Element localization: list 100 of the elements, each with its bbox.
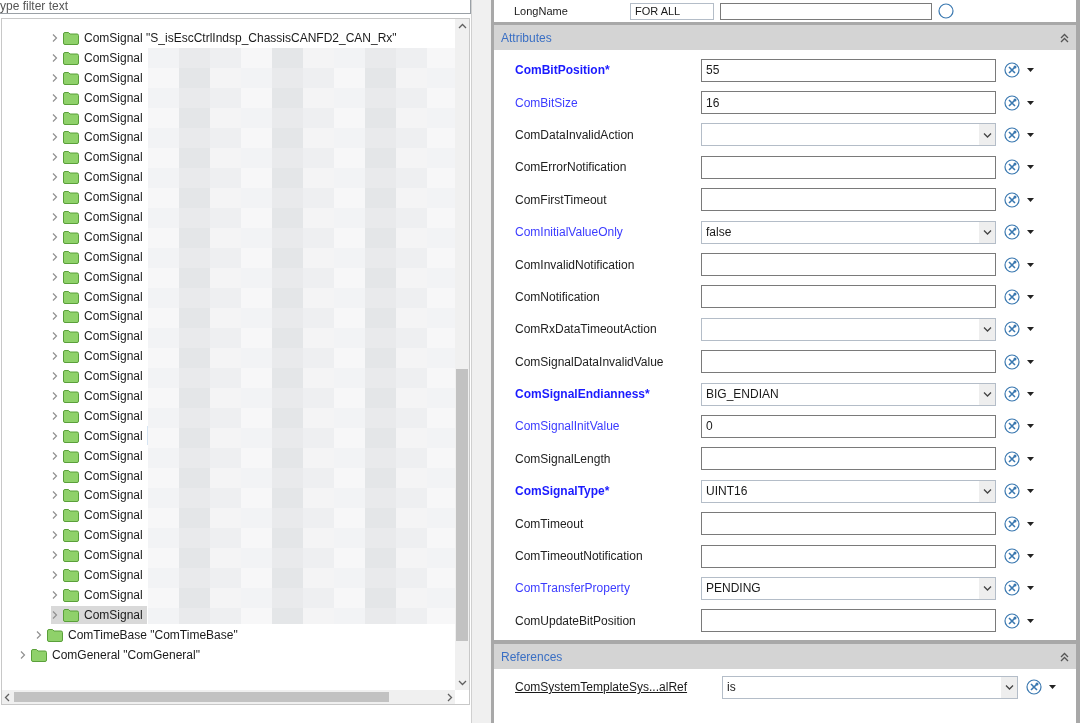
- tree-item[interactable]: ComSignal: [51, 585, 147, 604]
- tool-icon[interactable]: [1004, 224, 1020, 241]
- tool-icon[interactable]: [1004, 191, 1020, 208]
- tool-icon[interactable]: [1004, 483, 1020, 500]
- tree-item[interactable]: ComSignal: [51, 307, 147, 326]
- text-field[interactable]: [701, 544, 996, 568]
- tree-item[interactable]: ComSignal: [51, 446, 147, 465]
- scrollbar-thumb[interactable]: [456, 369, 468, 641]
- tool-icon[interactable]: [1004, 256, 1020, 273]
- text-field[interactable]: [701, 447, 996, 471]
- expand-chevron-icon[interactable]: [51, 32, 58, 43]
- expand-chevron-icon[interactable]: [51, 550, 58, 561]
- dropdown-arrow-icon[interactable]: [1048, 684, 1057, 691]
- expand-chevron-icon[interactable]: [35, 629, 42, 640]
- tree-item[interactable]: ComSignal: [51, 68, 147, 87]
- dropdown-arrow-icon[interactable]: [1026, 261, 1035, 268]
- tree-item[interactable]: ComSignal: [51, 188, 147, 207]
- dropdown-arrow-icon[interactable]: [1026, 99, 1035, 106]
- expand-chevron-icon[interactable]: [51, 291, 58, 302]
- expand-chevron-icon[interactable]: [51, 351, 58, 362]
- tool-icon[interactable]: [1004, 515, 1020, 532]
- combo-box[interactable]: UINT16: [701, 479, 996, 503]
- expand-chevron-icon[interactable]: [51, 331, 58, 342]
- reference-link[interactable]: ComSystemTemplateSys...alRef: [515, 678, 722, 697]
- tool-icon[interactable]: [1004, 62, 1020, 79]
- dropdown-arrow-icon[interactable]: [1026, 131, 1035, 138]
- tree-item[interactable]: ComSignal: [51, 367, 147, 386]
- tree-item[interactable]: ComSignal "S_isEscCtrlIndsp_ChassisCANFD2_CAN_Rx": [51, 28, 401, 47]
- tree-item[interactable]: ComSignal: [51, 327, 147, 346]
- expand-chevron-icon[interactable]: [51, 430, 58, 441]
- tree-item[interactable]: ComSignal: [51, 566, 147, 584]
- dropdown-arrow-icon[interactable]: [1026, 520, 1035, 527]
- expand-chevron-icon[interactable]: [51, 211, 58, 222]
- expand-chevron-icon[interactable]: [19, 649, 26, 660]
- tree-item[interactable]: ComSignal: [51, 486, 147, 505]
- combo-box[interactable]: BIG_ENDIAN: [701, 382, 996, 406]
- dropdown-arrow-icon[interactable]: [1026, 196, 1035, 203]
- tree-item[interactable]: ComSignal: [51, 148, 147, 167]
- collapse-icon[interactable]: [1060, 651, 1069, 662]
- expand-chevron-icon[interactable]: [51, 251, 58, 262]
- tree-item[interactable]: ComGeneral "ComGeneral": [19, 645, 200, 664]
- tool-icon[interactable]: [1004, 94, 1020, 111]
- expand-chevron-icon[interactable]: [51, 152, 58, 163]
- expand-chevron-icon[interactable]: [51, 510, 58, 521]
- tree-item[interactable]: ComSignal: [51, 506, 147, 525]
- text-field[interactable]: [701, 512, 996, 536]
- tree-item[interactable]: ComTimeBase "ComTimeBase": [35, 625, 238, 644]
- expand-chevron-icon[interactable]: [51, 92, 58, 103]
- expand-chevron-icon[interactable]: [51, 589, 58, 600]
- tree-item[interactable]: ComSignal: [51, 546, 147, 565]
- dropdown-arrow-icon[interactable]: [1026, 423, 1035, 430]
- text-field[interactable]: [701, 155, 996, 179]
- expand-chevron-icon[interactable]: [51, 112, 58, 123]
- tree-item[interactable]: ComSignal: [51, 287, 147, 306]
- expand-chevron-icon[interactable]: [51, 371, 58, 382]
- dropdown-arrow-icon[interactable]: [1026, 617, 1035, 624]
- tree-item[interactable]: ComSignal: [51, 227, 147, 246]
- horizontal-scrollbar[interactable]: [2, 690, 455, 704]
- dropdown-arrow-icon[interactable]: [1026, 229, 1035, 236]
- scroll-right-icon[interactable]: [447, 692, 453, 702]
- tree-item[interactable]: ComSignal: [51, 247, 147, 266]
- expand-chevron-icon[interactable]: [51, 271, 58, 282]
- text-field[interactable]: [720, 2, 932, 20]
- tree-item[interactable]: ComSignal: [51, 347, 147, 366]
- tool-icon[interactable]: [1004, 159, 1020, 176]
- text-field[interactable]: 0: [701, 415, 996, 438]
- expand-chevron-icon[interactable]: [51, 192, 58, 203]
- scroll-down-icon[interactable]: [457, 680, 467, 686]
- combo-box[interactable]: is: [722, 675, 1018, 699]
- tree-item[interactable]: ComSignal: [51, 426, 147, 445]
- tree-item[interactable]: ComSignal: [51, 406, 147, 425]
- dropdown-arrow-icon[interactable]: [1026, 164, 1035, 171]
- combo-box[interactable]: PENDING: [701, 576, 996, 600]
- scroll-up-icon[interactable]: [457, 23, 467, 29]
- expand-chevron-icon[interactable]: [51, 490, 58, 501]
- dropdown-arrow-icon[interactable]: [1026, 488, 1035, 495]
- tree-item[interactable]: ComSignal: [51, 168, 147, 187]
- tool-icon[interactable]: [938, 3, 954, 19]
- dropdown-arrow-icon[interactable]: [1026, 585, 1035, 592]
- expand-chevron-icon[interactable]: [51, 450, 58, 461]
- dropdown-arrow-icon[interactable]: [1026, 553, 1035, 560]
- tree-item[interactable]: ComSignal: [51, 466, 147, 485]
- scroll-left-icon[interactable]: [4, 692, 10, 702]
- dropdown-arrow-icon[interactable]: [1026, 67, 1035, 74]
- tool-icon[interactable]: [1004, 126, 1020, 143]
- expand-chevron-icon[interactable]: [51, 470, 58, 481]
- expand-chevron-icon[interactable]: [51, 410, 58, 421]
- dropdown-arrow-icon[interactable]: [1026, 358, 1035, 365]
- tool-icon[interactable]: [1004, 548, 1020, 565]
- expand-chevron-icon[interactable]: [51, 570, 58, 580]
- tool-icon[interactable]: [1004, 288, 1020, 305]
- expand-chevron-icon[interactable]: [51, 132, 58, 143]
- dropdown-arrow-icon[interactable]: [1026, 293, 1035, 300]
- expand-chevron-icon[interactable]: [51, 311, 58, 322]
- expand-chevron-icon[interactable]: [51, 52, 58, 63]
- combo-box[interactable]: false: [701, 220, 996, 244]
- tool-icon[interactable]: [1004, 418, 1020, 435]
- text-field[interactable]: [701, 188, 996, 212]
- dropdown-arrow-icon[interactable]: [1026, 391, 1035, 398]
- tree-item[interactable]: ComSignal: [51, 128, 147, 147]
